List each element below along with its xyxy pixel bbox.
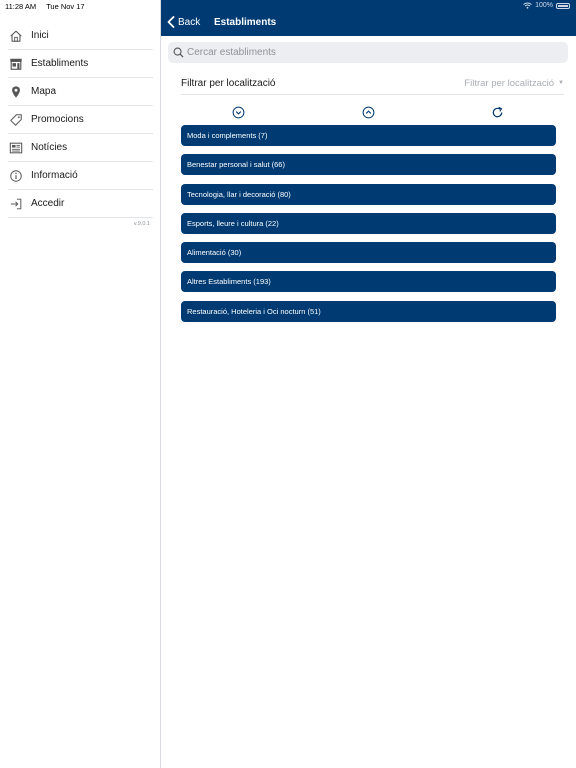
location-filter-row: Filtrar per localització Filtrar per loc… [181, 72, 564, 95]
wifi-icon [523, 2, 532, 9]
back-button[interactable]: Back [167, 16, 200, 28]
refresh-icon [492, 106, 503, 118]
sidebar-item-label: Inici [31, 30, 49, 41]
newspaper-icon [8, 140, 24, 156]
expand-all-button[interactable] [232, 106, 245, 119]
search-input[interactable] [187, 47, 547, 58]
category-esports[interactable]: Esports, lleure i cultura (22) [181, 212, 556, 234]
sidebar-item-mapa[interactable]: Mapa [8, 78, 153, 106]
category-altres[interactable]: Altres Establiments (193) [181, 271, 556, 293]
chevron-down-circle-icon [232, 106, 245, 119]
info-icon [8, 168, 24, 184]
status-bar-left: 11:28 AM Tue Nov 17 [5, 2, 93, 11]
sidebar-menu: Inici Establiments Mapa Promocions Notíc… [0, 22, 161, 218]
map-pin-icon [8, 84, 24, 100]
sidebar-item-noticies[interactable]: Notícies [8, 134, 153, 162]
caret-down-icon: ▼ [558, 80, 564, 86]
sidebar-item-label: Accedir [31, 198, 65, 209]
sidebar-item-label: Establiments [31, 58, 89, 69]
sidebar-item-label: Informació [31, 170, 78, 181]
battery-icon [556, 2, 570, 9]
sidebar-item-label: Notícies [31, 142, 68, 153]
sidebar-item-label: Mapa [31, 86, 57, 97]
refresh-button[interactable] [491, 106, 504, 119]
chevron-left-icon [167, 16, 175, 28]
chevron-up-circle-icon [362, 106, 375, 119]
search-bar[interactable] [168, 42, 568, 63]
category-tecnologia[interactable]: Tecnologia, llar i decoració (80) [181, 183, 556, 205]
page-title: Establiments [214, 17, 277, 28]
filter-placeholder: Filtrar per localització [464, 77, 555, 89]
app-version: v.9.0.1 [133, 221, 150, 227]
status-bar-right: 100% [523, 2, 570, 9]
app-root: 11:28 AM Tue Nov 17 Inici Establiments M… [0, 0, 576, 768]
home-icon [8, 28, 24, 44]
tag-icon [8, 112, 24, 128]
back-button-label: Back [178, 16, 201, 28]
sidebar-item-establiments[interactable]: Establiments [8, 50, 153, 78]
category-benestar[interactable]: Benestar personal i salut (66) [181, 154, 556, 176]
status-date: Tue Nov 17 [46, 2, 85, 11]
store-icon [8, 56, 24, 72]
category-restauracio[interactable]: Restauració, Hoteleria i Oci nocturn (51… [181, 300, 556, 322]
location-filter-dropdown[interactable]: Filtrar per localització ▼ [464, 78, 564, 89]
sidebar-item-accedir[interactable]: Accedir [8, 190, 153, 218]
category-list: Moda i complements (7) Benestar personal… [181, 125, 556, 330]
login-icon [8, 196, 24, 212]
sidebar: 11:28 AM Tue Nov 17 Inici Establiments M… [0, 0, 161, 768]
category-alimentacio[interactable]: Alimentació (30) [181, 242, 556, 264]
sidebar-item-label: Promocions [31, 114, 84, 125]
battery-percent: 100% [535, 2, 553, 9]
sidebar-item-promocions[interactable]: Promocions [8, 106, 153, 134]
collapse-all-button[interactable] [362, 106, 375, 119]
search-icon [173, 47, 184, 58]
status-time: 11:28 AM [5, 2, 37, 11]
filter-label: Filtrar per localització [181, 77, 276, 89]
sidebar-item-informacio[interactable]: Informació [8, 162, 153, 190]
navigation-bar: Back Establiments [161, 0, 576, 36]
category-moda[interactable]: Moda i complements (7) [181, 125, 556, 146]
sidebar-item-inici[interactable]: Inici [8, 22, 153, 50]
